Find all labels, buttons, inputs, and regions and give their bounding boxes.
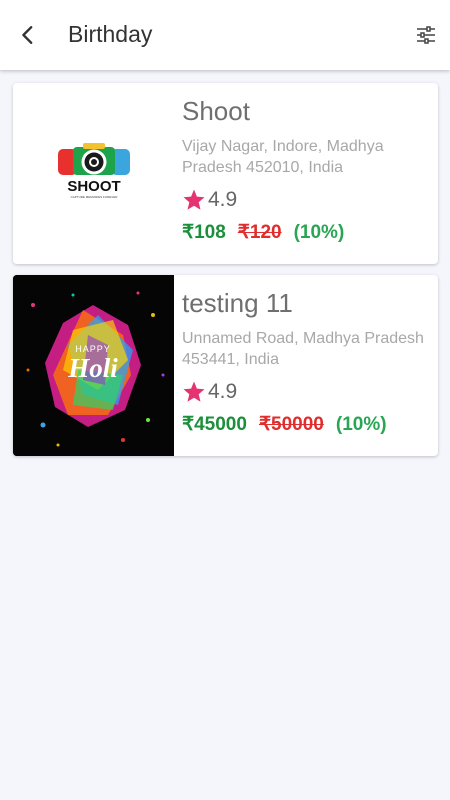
chevron-left-icon bbox=[22, 26, 33, 44]
discount: (10%) bbox=[293, 221, 345, 243]
original-price: ₹120 bbox=[237, 222, 282, 243]
svg-text:Holi: Holi bbox=[67, 353, 118, 383]
listing-prices: ₹45000 ₹50000 (10%) bbox=[182, 413, 430, 436]
star-icon bbox=[183, 189, 205, 210]
listing-card[interactable]: HAPPY Holi testing 11 Unnamed Road, Madh… bbox=[13, 275, 438, 456]
listing-address: Unnamed Road, Madhya Pradesh 453441, Ind… bbox=[182, 330, 424, 368]
listing-prices: ₹108 ₹120 (10%) bbox=[182, 221, 430, 244]
listing-info: testing 11 Unnamed Road, Madhya Pradesh … bbox=[182, 275, 430, 436]
price: ₹108 bbox=[182, 222, 226, 243]
listing-info: Shoot Vijay Nagar, Indore, Madhya Prades… bbox=[182, 83, 430, 244]
listing-name: testing 11 bbox=[182, 288, 293, 318]
app-bar: Birthday bbox=[0, 0, 450, 70]
shoot-logo-image: SHOOT CAPTURE MEMORIES FOREVER bbox=[58, 143, 130, 199]
listing-image: SHOOT CAPTURE MEMORIES FOREVER bbox=[13, 83, 174, 264]
listing-name: Shoot bbox=[182, 96, 250, 126]
star-icon bbox=[183, 381, 205, 402]
back-button[interactable] bbox=[12, 19, 44, 51]
holi-image: HAPPY Holi bbox=[13, 275, 174, 456]
listing-rating: 4.9 bbox=[182, 188, 430, 212]
listing-rating: 4.9 bbox=[182, 380, 430, 404]
rating-value: 4.9 bbox=[208, 188, 238, 211]
filter-button[interactable] bbox=[412, 21, 440, 49]
svg-text:SHOOT: SHOOT bbox=[67, 178, 120, 195]
sliders-icon bbox=[417, 26, 435, 44]
original-price: ₹50000 bbox=[258, 414, 324, 435]
price: ₹45000 bbox=[182, 414, 247, 435]
discount: (10%) bbox=[335, 413, 387, 435]
listing-card[interactable]: SHOOT CAPTURE MEMORIES FOREVER Shoot Vij… bbox=[13, 83, 438, 264]
svg-text:CAPTURE MEMORIES FOREVER: CAPTURE MEMORIES FOREVER bbox=[71, 195, 119, 199]
listing-image: HAPPY Holi bbox=[13, 275, 174, 456]
page-title: Birthday bbox=[68, 21, 153, 47]
listing-address: Vijay Nagar, Indore, Madhya Pradesh 4520… bbox=[182, 138, 384, 176]
rating-value: 4.9 bbox=[208, 380, 238, 403]
